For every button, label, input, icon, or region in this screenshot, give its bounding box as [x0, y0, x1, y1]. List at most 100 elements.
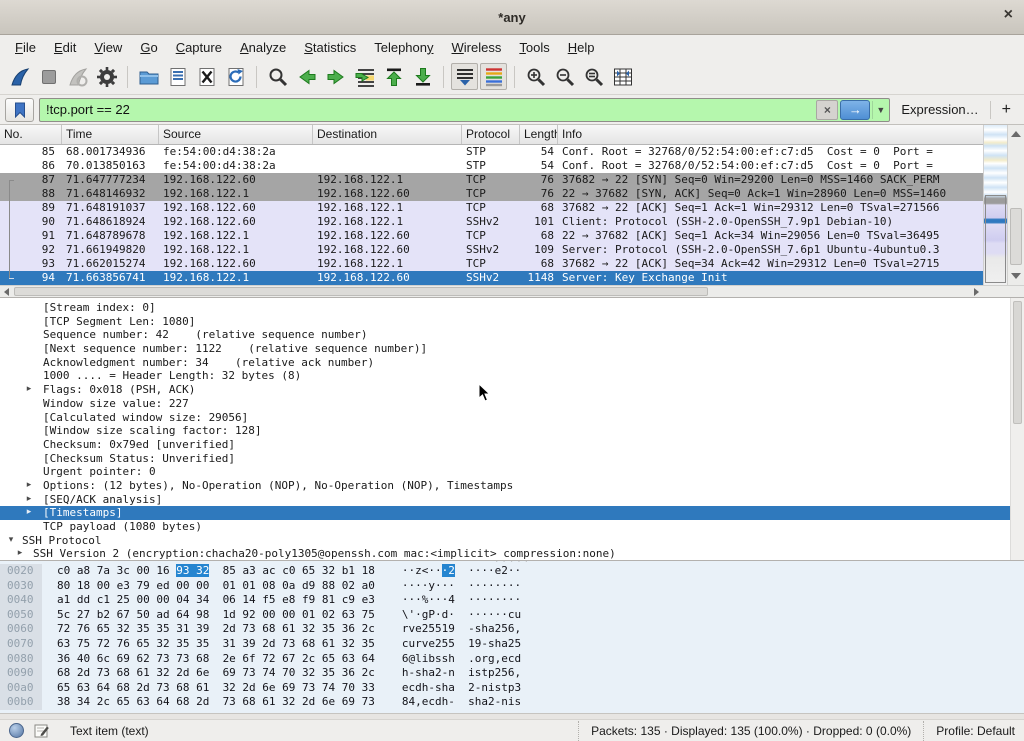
detail-line[interactable]: Sequence number: 42 (relative sequence n…: [0, 328, 1024, 342]
go-to-top-icon[interactable]: [380, 63, 407, 90]
menu-item-wireless[interactable]: Wireless: [443, 37, 511, 58]
hex-row-00b0[interactable]: 00b038 34 2c 65 63 64 68 2d 73 68 61 32 …: [0, 695, 1024, 710]
column-header-destination[interactable]: Destination: [313, 125, 462, 144]
intelligent-scrollbar-minimap[interactable]: [983, 125, 1007, 285]
packet-row-93[interactable]: 9371.662015274192.168.122.60192.168.122.…: [0, 257, 983, 271]
menu-item-tools[interactable]: Tools: [510, 37, 558, 58]
packet-list-horizontal-scrollbar[interactable]: [0, 285, 983, 297]
zoom-in-icon[interactable]: [522, 63, 549, 90]
detail-line[interactable]: Window size value: 227: [0, 397, 1024, 411]
add-filter-button[interactable]: +: [996, 101, 1019, 119]
go-to-packet-icon[interactable]: [351, 63, 378, 90]
display-filter-field[interactable]: × → ▼: [39, 98, 890, 122]
expand-arrow-icon[interactable]: ▸: [23, 383, 35, 397]
colorize-icon[interactable]: [480, 63, 507, 90]
vertical-scroll-thumb[interactable]: [1010, 208, 1022, 265]
menu-item-edit[interactable]: Edit: [45, 37, 85, 58]
hex-row-0030[interactable]: 003080 18 00 e3 79 ed 00 00 01 01 08 0a …: [0, 579, 1024, 594]
detail-line[interactable]: ▸[SEQ/ACK analysis]: [0, 493, 1024, 507]
scroll-right-arrow-icon[interactable]: [974, 288, 979, 296]
start-capture-icon[interactable]: [6, 63, 33, 90]
go-back-icon[interactable]: [293, 63, 320, 90]
resize-columns-icon[interactable]: [609, 63, 636, 90]
column-header-time[interactable]: Time: [62, 125, 159, 144]
go-forward-icon[interactable]: [322, 63, 349, 90]
expand-arrow-icon[interactable]: ▸: [23, 479, 35, 493]
packet-row-85[interactable]: 8568.001734936fe:54:00:d4:38:2aSTP54Conf…: [0, 145, 983, 159]
filter-apply-icon[interactable]: →: [840, 100, 870, 120]
packet-row-94[interactable]: 9471.663856741192.168.122.1192.168.122.6…: [0, 271, 983, 285]
detail-line[interactable]: [Calculated window size: 29056]: [0, 411, 1024, 425]
menu-item-file[interactable]: File: [6, 37, 45, 58]
collapse-arrow-icon[interactable]: ▾: [5, 534, 17, 548]
filter-clear-icon[interactable]: ×: [816, 100, 838, 120]
filter-history-caret-icon[interactable]: ▼: [872, 101, 888, 119]
detail-line[interactable]: ▸[Timestamps]: [0, 506, 1024, 520]
close-window-icon[interactable]: ×: [1004, 7, 1013, 23]
detail-line[interactable]: Acknowledgment number: 34 (relative ack …: [0, 356, 1024, 370]
menu-item-statistics[interactable]: Statistics: [295, 37, 365, 58]
column-header-info[interactable]: Info: [558, 125, 983, 144]
detail-line[interactable]: [Window size scaling factor: 128]: [0, 424, 1024, 438]
details-vertical-scrollbar[interactable]: [1010, 298, 1024, 560]
capture-comment-icon[interactable]: [34, 723, 49, 738]
packet-row-86[interactable]: 8670.013850163fe:54:00:d4:38:2aSTP54Conf…: [0, 159, 983, 173]
detail-line[interactable]: 1000 .... = Header Length: 32 bytes (8): [0, 369, 1024, 383]
auto-scroll-icon[interactable]: [451, 63, 478, 90]
restart-capture-icon[interactable]: [64, 63, 91, 90]
detail-line[interactable]: TCP payload (1080 bytes): [0, 520, 1024, 534]
find-packet-icon[interactable]: [264, 63, 291, 90]
menu-item-telephony[interactable]: Telephony: [365, 37, 442, 58]
hex-row-0040[interactable]: 0040a1 dd c1 25 00 00 04 34 06 14 f5 e8 …: [0, 593, 1024, 608]
horizontal-scroll-thumb[interactable]: [14, 287, 708, 296]
expand-arrow-icon[interactable]: ▸: [23, 493, 35, 507]
hex-row-0080[interactable]: 008036 40 6c 69 62 73 73 68 2e 6f 72 67 …: [0, 652, 1024, 667]
column-header-protocol[interactable]: Protocol: [462, 125, 520, 144]
details-scroll-thumb[interactable]: [1013, 301, 1022, 424]
detail-line[interactable]: [Stream index: 0]: [0, 301, 1024, 315]
minimap-visible-range[interactable]: [985, 195, 1006, 283]
column-header-source[interactable]: Source: [159, 125, 313, 144]
hex-row-00a0[interactable]: 00a065 63 64 68 2d 73 68 61 32 2d 6e 69 …: [0, 681, 1024, 696]
packet-list-vertical-scrollbar[interactable]: [1007, 125, 1024, 285]
scroll-left-arrow-icon[interactable]: [4, 288, 9, 296]
detail-line[interactable]: [Checksum Status: Unverified]: [0, 452, 1024, 466]
detail-line[interactable]: ▸Flags: 0x018 (PSH, ACK): [0, 383, 1024, 397]
expand-arrow-icon[interactable]: ▸: [23, 506, 35, 520]
expert-info-icon[interactable]: [9, 723, 24, 738]
packet-row-92[interactable]: 9271.661949820192.168.122.1192.168.122.6…: [0, 243, 983, 257]
close-file-icon[interactable]: [193, 63, 220, 90]
menu-item-go[interactable]: Go: [131, 37, 166, 58]
detail-line[interactable]: [Next sequence number: 1122 (relative se…: [0, 342, 1024, 356]
hex-row-0050[interactable]: 00505c 27 b2 67 50 ad 64 98 1d 92 00 00 …: [0, 608, 1024, 623]
save-file-icon[interactable]: [164, 63, 191, 90]
detail-line[interactable]: Checksum: 0x79ed [unverified]: [0, 438, 1024, 452]
packet-row-88[interactable]: 8871.648146932192.168.122.1192.168.122.6…: [0, 187, 983, 201]
expression-button[interactable]: Expression…: [895, 102, 984, 117]
expand-arrow-icon[interactable]: ▸: [14, 547, 26, 560]
packet-row-91[interactable]: 9171.648789678192.168.122.1192.168.122.6…: [0, 229, 983, 243]
hex-row-0090[interactable]: 009068 2d 73 68 61 32 2d 6e 69 73 74 70 …: [0, 666, 1024, 681]
profile-text[interactable]: Profile: Default: [923, 721, 1015, 741]
zoom-original-icon[interactable]: [580, 63, 607, 90]
filter-bookmark-button[interactable]: [5, 98, 34, 122]
column-header-length[interactable]: Length: [520, 125, 558, 144]
open-file-icon[interactable]: [135, 63, 162, 90]
zoom-out-icon[interactable]: [551, 63, 578, 90]
detail-line[interactable]: ▸Options: (12 bytes), No-Operation (NOP)…: [0, 479, 1024, 493]
packet-row-89[interactable]: 8971.648191037192.168.122.60192.168.122.…: [0, 201, 983, 215]
detail-line[interactable]: ▾SSH Protocol: [0, 534, 1024, 548]
go-to-bottom-icon[interactable]: [409, 63, 436, 90]
detail-line[interactable]: ▸SSH Version 2 (encryption:chacha20-poly…: [0, 547, 1024, 560]
reload-file-icon[interactable]: [222, 63, 249, 90]
hex-row-0070[interactable]: 007063 75 72 76 65 32 35 35 31 39 2d 73 …: [0, 637, 1024, 652]
scroll-up-arrow-icon[interactable]: [1011, 131, 1021, 137]
packet-row-87[interactable]: 8771.647777234192.168.122.60192.168.122.…: [0, 173, 983, 187]
column-header-no[interactable]: No.: [0, 125, 62, 144]
menu-item-view[interactable]: View: [85, 37, 131, 58]
menu-item-help[interactable]: Help: [559, 37, 604, 58]
hex-row-0060[interactable]: 006072 76 65 32 35 35 31 39 2d 73 68 61 …: [0, 622, 1024, 637]
menu-item-analyze[interactable]: Analyze: [231, 37, 295, 58]
detail-line[interactable]: Urgent pointer: 0: [0, 465, 1024, 479]
menu-item-capture[interactable]: Capture: [167, 37, 231, 58]
